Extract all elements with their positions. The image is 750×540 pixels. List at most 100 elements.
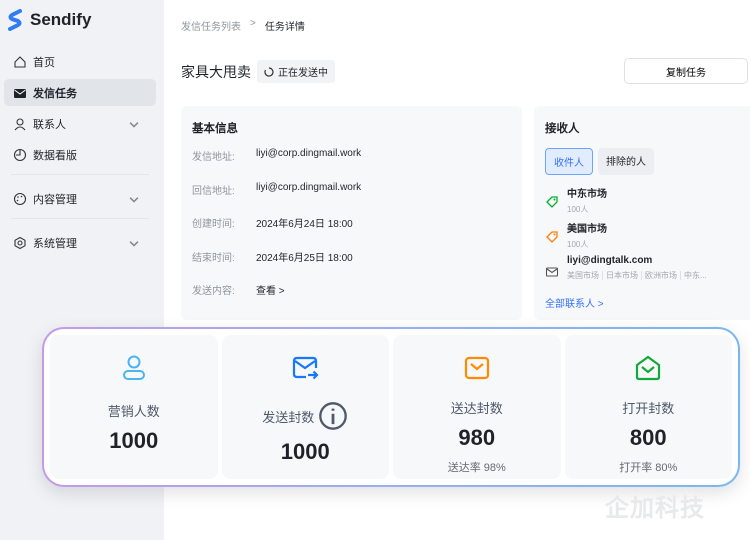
mail-icon: [464, 356, 489, 380]
divider: [11, 218, 149, 219]
info-label: 回信地址:: [192, 185, 235, 197]
tag-icon: [546, 231, 558, 243]
list-item[interactable]: liyi@dingtalk.com 美国市场 日本市场 欧洲市场 中东...: [545, 255, 750, 281]
stat-card-delivered: 送达封数 980 送达率 98%: [393, 335, 561, 479]
sidebar-nav: 首页 发信任务 联系人 数据看版 内容管理 系统管理: [4, 48, 156, 260]
app-name: Sendify: [30, 10, 92, 29]
stat-card-marketing-users: 营销人数 1000: [50, 335, 218, 479]
info-row: 回信地址: liyi@corp.dingmail.work: [192, 182, 511, 216]
recipient-tags: 美国市场 日本市场 欧洲市场 中东...: [567, 270, 707, 281]
loading-icon: [264, 66, 274, 77]
stat-label-text: 营销人数: [107, 404, 160, 419]
dashboard-icon: [13, 148, 27, 161]
mail-open-icon: [636, 355, 661, 381]
user-icon: [14, 117, 26, 130]
info-row: 发信地址: liyi@corp.dingmail.work: [192, 148, 511, 182]
recipient-count: 100人: [567, 205, 589, 214]
breadcrumb-separator: >: [250, 18, 256, 29]
stat-value: 1000: [280, 439, 330, 464]
info-value: 2024年6月24日 18:00: [256, 219, 353, 230]
breadcrumb-current: 任务详情: [264, 22, 305, 33]
list-item[interactable]: 中东市场 100人: [545, 185, 750, 215]
info-value: liyi@corp.dingmail.work: [256, 148, 362, 159]
info-icon[interactable]: [318, 401, 348, 431]
delivery-rate: 送达率 98%: [447, 462, 506, 474]
breadcrumb-parent[interactable]: 发信任务列表: [181, 18, 241, 33]
sidebar-item-send-tasks[interactable]: 发信任务: [4, 79, 156, 106]
sidebar-item-label: 数据看版: [33, 149, 77, 162]
stat-label: 送达封数: [451, 398, 503, 417]
home-icon: [14, 55, 26, 68]
chevron-down-icon: [129, 122, 139, 128]
info-label: 创建时间:: [192, 219, 235, 230]
info-value: 2024年6月25日 18:00: [256, 252, 353, 264]
stat-card-opened: 打开封数 800 打开率 80%: [564, 335, 732, 479]
info-label: 发送内容:: [192, 286, 235, 297]
mail-icon: [545, 267, 559, 277]
stat-label: 营销人数: [108, 401, 160, 420]
recipient-tabs: 收件人 排除的人: [545, 148, 750, 175]
tag: 中东...: [680, 271, 707, 280]
stat-label-text: 发送封数: [262, 409, 315, 425]
settings-icon: [14, 236, 26, 249]
sidebar-item-label: 内容管理: [33, 193, 77, 206]
info-row: 结束时间: 2024年6月25日 18:00: [192, 249, 511, 283]
tab-excluded[interactable]: 排除的人: [598, 148, 654, 175]
card-title: 接收人: [545, 123, 580, 135]
tab-recipients[interactable]: 收件人: [545, 148, 593, 175]
status-badge: 正在发送中: [257, 60, 335, 83]
mail-send-icon: [293, 356, 319, 380]
stat-label-text: 送达封数: [450, 401, 503, 416]
info-row: 创建时间: 2024年6月24日 18:00: [192, 215, 511, 249]
tag: 欧洲市场: [641, 271, 677, 280]
sidebar-item-home[interactable]: 首页: [4, 48, 156, 75]
user-icon: [122, 355, 145, 380]
stat-card-sent: 发送封数 1000: [221, 335, 389, 479]
stat-value: 800: [629, 425, 667, 450]
sidebar-item-label: 系统管理: [33, 237, 77, 250]
sidebar-item-label: 发信任务: [33, 87, 77, 100]
stat-value: 980: [458, 425, 496, 450]
recipients-card: 接收人 收件人 排除的人 中东市场 100人 美国市场 100人 liyi@ding…: [534, 106, 750, 320]
tag: 美国市场: [567, 271, 599, 280]
sidebar-item-content[interactable]: 内容管理: [4, 185, 156, 212]
stat-value: 1000: [109, 428, 159, 453]
status-text: 正在发送中: [278, 68, 328, 79]
tag-icon: [546, 196, 558, 208]
info-label: 结束时间:: [192, 252, 235, 264]
open-rate: 打开率 80%: [619, 462, 678, 474]
list-item[interactable]: 美国市场 100人: [545, 220, 750, 250]
sidebar-item-label: 首页: [33, 56, 55, 69]
stat-label-text: 打开封数: [622, 401, 675, 416]
stats-panel: 营销人数 1000 发送封数 1000 送达封数 980 送达率 98% 打开封…: [42, 327, 740, 487]
stat-label: 发送封数: [262, 401, 348, 431]
mail-icon: [14, 88, 26, 98]
palette-icon: [13, 192, 27, 205]
copy-task-button[interactable]: 复制任务: [624, 58, 748, 84]
sidebar-item-dashboard[interactable]: 数据看版: [4, 141, 156, 168]
all-contacts-link[interactable]: 全部联系人 >: [545, 295, 750, 310]
breadcrumb: 发信任务列表 > 任务详情: [181, 18, 305, 33]
basic-info-card: 基本信息 发信地址: liyi@corp.dingmail.work 回信地址: l…: [181, 106, 522, 320]
info-value: liyi@corp.dingmail.work: [256, 181, 362, 193]
sidebar-item-system[interactable]: 系统管理: [4, 229, 156, 256]
divider: [11, 174, 149, 175]
recipient-count: 100人: [567, 240, 589, 249]
view-content-link[interactable]: 查看 >: [256, 282, 285, 316]
info-row: 发送内容: 查看 >: [192, 282, 511, 316]
recipient-name: 美国市场: [567, 224, 607, 235]
info-label: 发信地址:: [192, 152, 235, 163]
sidebar-item-contacts[interactable]: 联系人: [4, 110, 156, 137]
task-header: 家具大甩卖 正在发送中: [181, 60, 335, 83]
card-title: 基本信息: [192, 123, 238, 135]
recipient-name: 中东市场: [567, 189, 607, 200]
logo-icon: [8, 9, 22, 31]
chevron-down-icon: [129, 197, 139, 203]
tag: 日本市场: [602, 271, 638, 280]
stat-label: 打开封数: [622, 398, 674, 417]
sidebar-item-label: 联系人: [33, 118, 66, 131]
logo[interactable]: Sendify: [8, 9, 91, 31]
recipient-name: liyi@dingtalk.com: [567, 255, 653, 266]
page-title: 家具大甩卖: [181, 63, 251, 80]
watermark: 企加科技: [605, 495, 705, 522]
